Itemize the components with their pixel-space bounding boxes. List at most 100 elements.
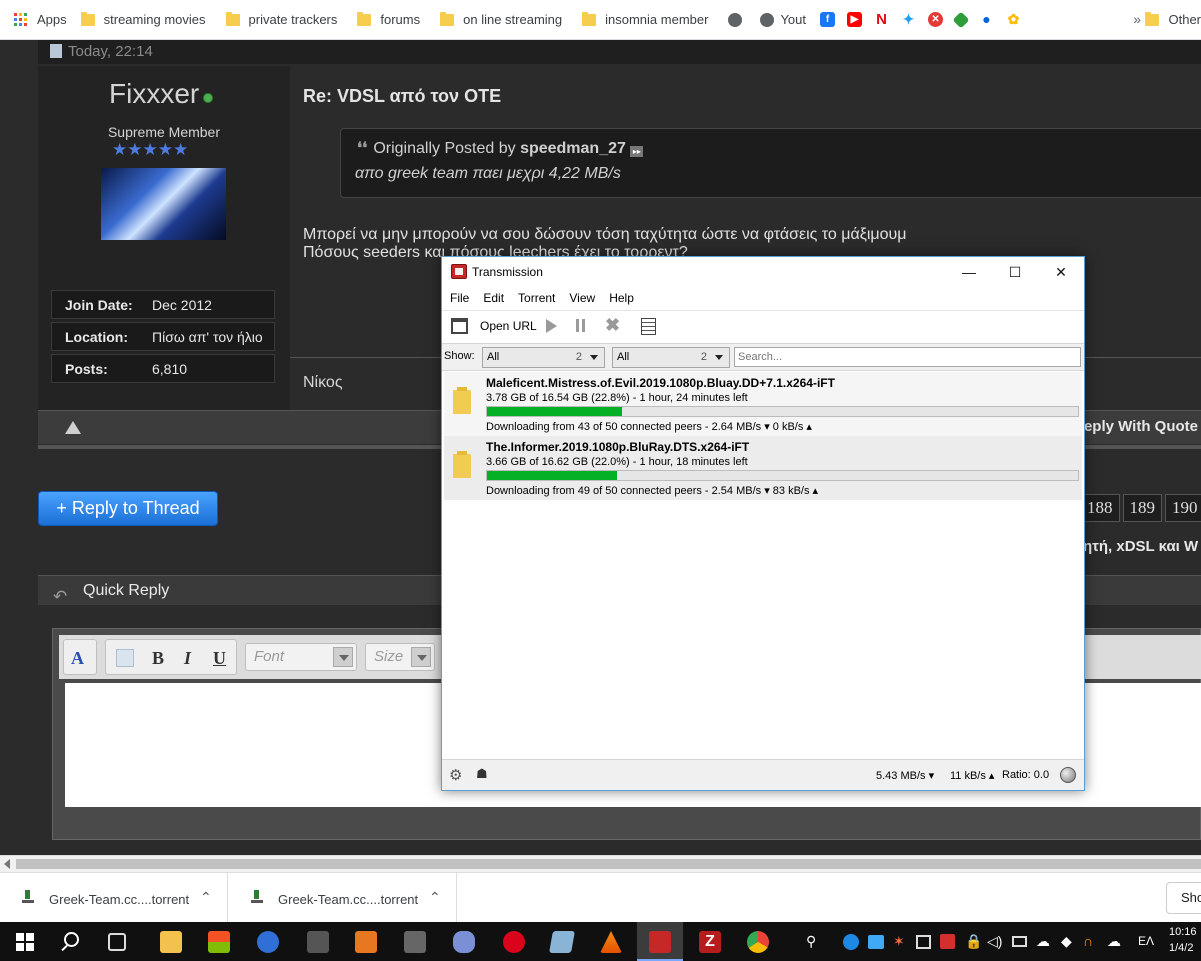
italic-button[interactable]: I (184, 648, 191, 669)
menu-view[interactable]: View (569, 291, 595, 305)
apps-shortcut[interactable]: Apps (14, 12, 67, 27)
calculator-icon[interactable] (404, 931, 426, 953)
download-item[interactable]: Greek-Team.cc....torrent ⌃ (0, 873, 228, 923)
remove-icon[interactable]: ✖ (605, 315, 620, 336)
tray-app-icon[interactable]: ✶ (893, 933, 905, 950)
app-icon[interactable] (307, 931, 329, 953)
green-site-icon[interactable] (952, 11, 970, 28)
font-select[interactable]: Font (245, 643, 357, 671)
search-input[interactable]: Search... (734, 347, 1081, 367)
activity-filter-select[interactable]: All 2 (482, 347, 605, 368)
minimize-button[interactable]: — (946, 257, 992, 287)
maximize-button[interactable]: ☐ (992, 257, 1038, 287)
red-site-icon[interactable]: ✕ (928, 12, 944, 27)
filezilla-icon[interactable]: Z (699, 931, 721, 953)
pause-icon[interactable] (576, 319, 579, 332)
menu-edit[interactable]: Edit (483, 291, 504, 305)
bookmarks-overflow-button[interactable]: » (1133, 11, 1141, 27)
headset-icon[interactable]: ∩ (1083, 933, 1093, 949)
menu-help[interactable]: Help (609, 291, 634, 305)
task-view-icon[interactable] (108, 933, 126, 951)
turtle-icon[interactable]: ☗ (476, 766, 488, 782)
page-link[interactable]: 188 (1080, 494, 1120, 522)
quote-author[interactable]: speedman_27 (520, 140, 626, 157)
media-player-icon[interactable] (355, 931, 377, 953)
tray-app-icon[interactable] (868, 935, 884, 949)
torrent-row[interactable]: Maleficent.Mistress.of.Evil.2019.1080p.B… (444, 372, 1082, 436)
bold-button[interactable]: B (152, 648, 164, 669)
properties-icon[interactable] (641, 318, 656, 335)
start-button[interactable] (16, 933, 34, 951)
chevron-up-icon[interactable]: ⌃ (429, 889, 441, 906)
paste-icon[interactable] (116, 649, 134, 667)
statistics-icon[interactable] (1060, 767, 1076, 783)
chevron-up-icon[interactable]: ⌃ (200, 889, 212, 906)
globe-app-icon[interactable] (257, 931, 279, 953)
report-post-icon[interactable] (65, 421, 81, 434)
netflix-icon[interactable]: N (874, 12, 890, 27)
app-icon[interactable] (549, 931, 575, 953)
tray-app-icon[interactable] (843, 934, 859, 950)
network-app-icon[interactable] (453, 931, 475, 953)
youtube-icon[interactable]: ▶ (847, 12, 863, 27)
transmission-icon[interactable] (649, 931, 671, 953)
other-bookmarks[interactable]: Other (1145, 11, 1201, 27)
breadcrumb[interactable]: ητή, xDSL και W (1083, 538, 1198, 555)
size-select[interactable]: Size (365, 643, 435, 671)
flickr-icon[interactable]: ● (979, 12, 995, 27)
download-item[interactable]: Greek-Team.cc....torrent ⌃ (229, 873, 457, 923)
play-icon[interactable] (546, 319, 557, 333)
scroll-left-icon[interactable] (4, 859, 10, 869)
bookmark-streaming-movies[interactable]: streaming movies (80, 11, 206, 27)
cloud-icon[interactable]: ☁ (1107, 933, 1121, 950)
language-indicator[interactable]: EΛ (1138, 934, 1154, 948)
show-all-downloads-button[interactable]: Sho (1166, 882, 1201, 914)
underline-button[interactable]: U (213, 648, 226, 669)
username-text[interactable]: Fixxxer (109, 78, 199, 109)
avatar[interactable] (101, 168, 226, 240)
bookmark-private-trackers[interactable]: private trackers (225, 11, 337, 27)
page-link[interactable]: 190 (1165, 494, 1201, 522)
torrent-row[interactable]: The.Informer.2019.1080p.BluRay.DTS.x264-… (444, 436, 1082, 500)
taskbar-clock[interactable]: 10:16 1/4/2 (1169, 924, 1197, 956)
twitter-icon[interactable]: ✦ (901, 12, 917, 27)
facebook-icon[interactable]: f (820, 12, 836, 27)
store-icon[interactable] (208, 931, 230, 953)
vlc-icon[interactable] (600, 931, 622, 953)
bookmark-forums[interactable]: forums (357, 11, 420, 27)
post-username[interactable]: Fixxxer (109, 78, 214, 110)
volume-icon[interactable]: ◁) (987, 933, 1002, 950)
search-icon[interactable] (64, 932, 79, 947)
view-post-icon[interactable]: ▸▸ (630, 146, 644, 157)
onedrive-icon[interactable]: ☁ (1036, 933, 1050, 950)
lock-icon[interactable]: 🔒 (965, 933, 982, 950)
gear-icon[interactable]: ⚙ (449, 766, 462, 784)
reply-with-quote-button[interactable]: Reply With Quote (1073, 418, 1198, 435)
tray-app-icon[interactable] (916, 935, 931, 949)
tray-app-icon[interactable] (940, 934, 955, 949)
display-icon[interactable] (1012, 936, 1027, 947)
opera-icon[interactable] (503, 931, 525, 953)
menu-file[interactable]: File (450, 291, 469, 305)
ratio-text: Ratio: 0.0 (1002, 769, 1050, 781)
transmission-titlebar[interactable]: Transmission — ☐ ✕ (442, 257, 1084, 287)
tracker-filter-select[interactable]: All 2 (612, 347, 730, 368)
people-icon[interactable]: ⚲ (806, 933, 816, 950)
open-torrent-icon[interactable] (451, 318, 468, 334)
horizontal-scrollbar[interactable] (0, 855, 1201, 872)
close-button[interactable]: ✕ (1038, 257, 1084, 287)
bookmark-insomnia-member[interactable]: insomnia member (582, 11, 708, 27)
bookmark-globe[interactable] (728, 12, 748, 27)
bookmark-online-streaming[interactable]: on line streaming (440, 11, 562, 27)
page-link[interactable]: 189 (1122, 494, 1162, 522)
open-url-button[interactable]: Open URL (480, 319, 537, 333)
chrome-icon[interactable] (747, 931, 769, 953)
bookmark-youtube[interactable]: Yout (760, 12, 806, 27)
menu-torrent[interactable]: Torrent (518, 291, 555, 305)
reply-to-thread-button[interactable]: + Reply to Thread (38, 491, 218, 526)
scrollbar-thumb[interactable] (16, 859, 1201, 869)
remove-format-button[interactable]: A (63, 639, 97, 675)
photos-icon[interactable]: ✿ (1006, 12, 1022, 27)
dropbox-icon[interactable]: ◆ (1061, 933, 1072, 950)
file-explorer-icon[interactable] (160, 931, 182, 953)
